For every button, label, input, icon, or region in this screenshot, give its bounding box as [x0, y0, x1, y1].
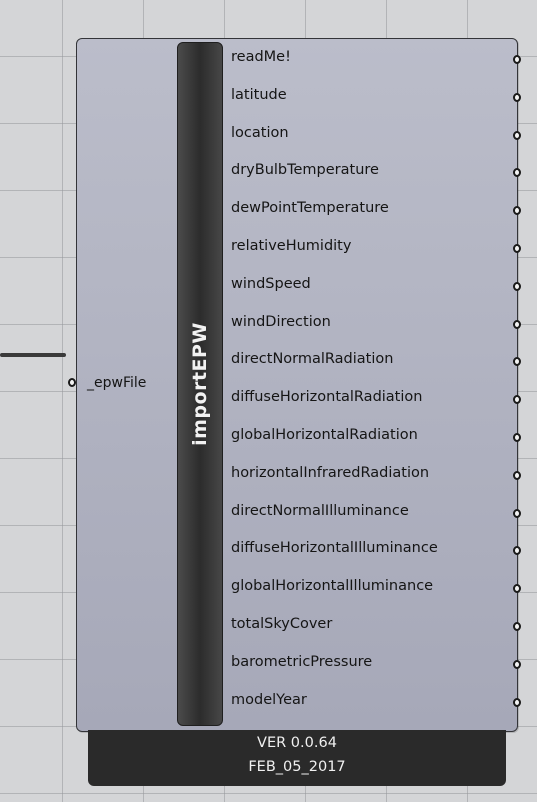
- output-list: readMe! latitude location dryBulbTempera…: [231, 40, 521, 721]
- output-label: location: [231, 124, 289, 141]
- output-directnormalradiation[interactable]: directNormalRadiation: [231, 342, 521, 380]
- output-label: dryBulbTemperature: [231, 162, 379, 179]
- input-parameter-epwfile[interactable]: _epwFile: [68, 372, 177, 394]
- output-label: directNormalRadiation: [231, 351, 394, 368]
- output-label: horizontalInfraredRadiation: [231, 464, 430, 481]
- output-grip-icon[interactable]: [513, 168, 521, 178]
- version-text: VER 0.0.64: [257, 735, 337, 751]
- output-grip-icon[interactable]: [513, 395, 521, 405]
- input-grip-icon[interactable]: [68, 378, 76, 387]
- output-grip-icon[interactable]: [513, 508, 521, 518]
- output-grip-icon[interactable]: [513, 546, 521, 556]
- output-grip-icon[interactable]: [513, 659, 521, 669]
- output-label: globalHorizontalRadiation: [231, 426, 418, 443]
- component-name-bar[interactable]: importEPW: [177, 42, 223, 726]
- output-label: windDirection: [231, 313, 331, 330]
- output-readme[interactable]: readMe!: [231, 40, 521, 78]
- output-globalhorizontalilluminance[interactable]: globalHorizontalIlluminance: [231, 569, 521, 607]
- output-label: globalHorizontalIlluminance: [231, 578, 434, 595]
- output-barometricpressure[interactable]: barometricPressure: [231, 645, 521, 683]
- grasshopper-canvas[interactable]: _epwFile importEPW readMe! latitude loca…: [0, 0, 537, 802]
- output-label: latitude: [231, 86, 287, 103]
- output-label: dewPointTemperature: [231, 200, 389, 217]
- output-grip-icon[interactable]: [513, 621, 521, 631]
- output-label: totalSkyCover: [231, 615, 333, 632]
- output-dewpointtemperature[interactable]: dewPointTemperature: [231, 191, 521, 229]
- output-label: diffuseHorizontalRadiation: [231, 389, 423, 406]
- importepw-component[interactable]: _epwFile importEPW readMe! latitude loca…: [68, 38, 521, 732]
- output-drybulbtemperature[interactable]: dryBulbTemperature: [231, 153, 521, 191]
- output-label: modelYear: [231, 691, 307, 708]
- output-grip-icon[interactable]: [513, 584, 521, 594]
- output-label: relativeHumidity: [231, 237, 352, 254]
- output-globalhorizontalradiation[interactable]: globalHorizontalRadiation: [231, 418, 521, 456]
- output-grip-icon[interactable]: [513, 357, 521, 367]
- output-relativehumidity[interactable]: relativeHumidity: [231, 229, 521, 267]
- output-grip-icon[interactable]: [513, 55, 521, 64]
- output-location[interactable]: location: [231, 116, 521, 154]
- output-directnormalilluminance[interactable]: directNormalIlluminance: [231, 494, 521, 532]
- output-grip-icon[interactable]: [513, 432, 521, 442]
- output-grip-icon[interactable]: [513, 92, 521, 102]
- input-label: _epwFile: [87, 375, 147, 391]
- output-diffusehorizontalradiation[interactable]: diffuseHorizontalRadiation: [231, 380, 521, 418]
- output-label: barometricPressure: [231, 653, 373, 670]
- output-windspeed[interactable]: windSpeed: [231, 267, 521, 305]
- output-grip-icon[interactable]: [513, 470, 521, 480]
- version-tag: VER 0.0.64 FEB_05_2017: [88, 730, 506, 786]
- output-label: windSpeed: [231, 275, 311, 292]
- output-grip-icon[interactable]: [513, 130, 521, 140]
- version-date: FEB_05_2017: [248, 759, 346, 775]
- output-latitude[interactable]: latitude: [231, 78, 521, 116]
- output-label: diffuseHorizontalIlluminance: [231, 540, 438, 557]
- output-grip-icon[interactable]: [513, 319, 521, 329]
- output-winddirection[interactable]: windDirection: [231, 305, 521, 343]
- output-grip-icon[interactable]: [513, 206, 521, 216]
- output-grip-icon[interactable]: [513, 281, 521, 291]
- component-name: importEPW: [189, 322, 211, 446]
- output-grip-icon[interactable]: [513, 243, 521, 253]
- input-wire[interactable]: [0, 353, 66, 357]
- output-horizontalinfraredradiation[interactable]: horizontalInfraredRadiation: [231, 456, 521, 494]
- output-label: readMe!: [231, 49, 291, 65]
- output-grip-icon[interactable]: [513, 697, 521, 707]
- output-totalskycover[interactable]: totalSkyCover: [231, 607, 521, 645]
- output-label: directNormalIlluminance: [231, 502, 409, 519]
- output-diffusehorizontalilluminance[interactable]: diffuseHorizontalIlluminance: [231, 531, 521, 569]
- output-modelyear[interactable]: modelYear: [231, 683, 521, 721]
